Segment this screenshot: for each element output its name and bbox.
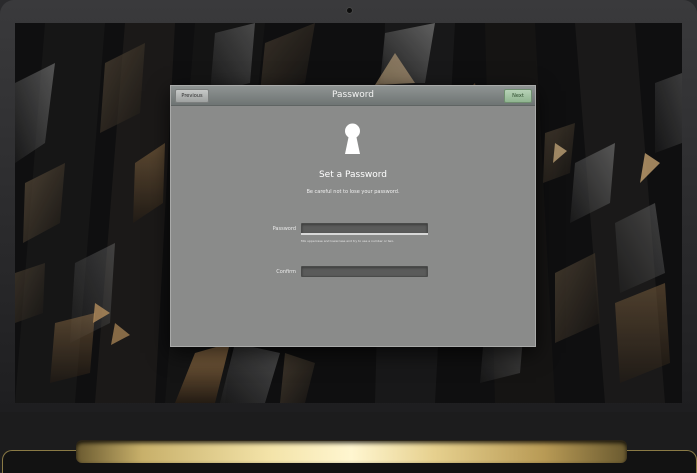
password-strength-bar (301, 233, 428, 235)
camera (346, 7, 353, 14)
password-label: Password (272, 226, 296, 232)
dialog-titlebar: Password Previous Next (171, 86, 535, 106)
dialog-title: Password (331, 90, 375, 100)
password-dialog: Password Previous Next Set a Password Be… (170, 85, 536, 347)
confirm-label: Confirm (276, 269, 296, 275)
page-subtext: Be careful not to lose your password. (306, 189, 400, 195)
laptop-lid: Password Previous Next Set a Password Be… (0, 0, 697, 412)
next-button[interactable]: Next (504, 89, 532, 103)
page-heading: Set a Password (318, 170, 388, 180)
screen: Password Previous Next Set a Password Be… (15, 23, 682, 403)
laptop-hinge (76, 441, 627, 463)
keyhole-icon (345, 123, 360, 154)
password-hint: Mix uppercase and lowercase and try to u… (301, 239, 395, 243)
confirm-field[interactable] (301, 266, 428, 277)
previous-button[interactable]: Previous (175, 89, 209, 103)
